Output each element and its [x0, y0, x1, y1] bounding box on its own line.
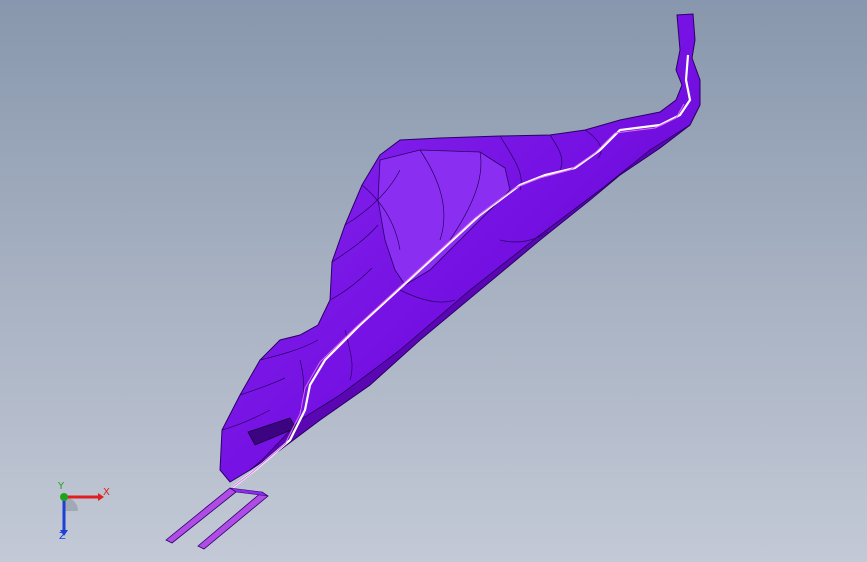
sheet-metal-part-model[interactable]	[0, 0, 867, 562]
orientation-triad: X Y Z	[40, 480, 120, 550]
part-main-body	[219, 13, 701, 483]
z-axis-label: Z	[59, 531, 66, 542]
3d-viewport[interactable]: X Y Z	[0, 0, 867, 562]
x-axis-label: X	[103, 487, 110, 498]
y-axis-label: Y	[58, 481, 65, 492]
flange-leg-right	[197, 491, 269, 550]
flange-leg-left	[165, 487, 237, 544]
flange-leg-bridge	[229, 487, 269, 497]
